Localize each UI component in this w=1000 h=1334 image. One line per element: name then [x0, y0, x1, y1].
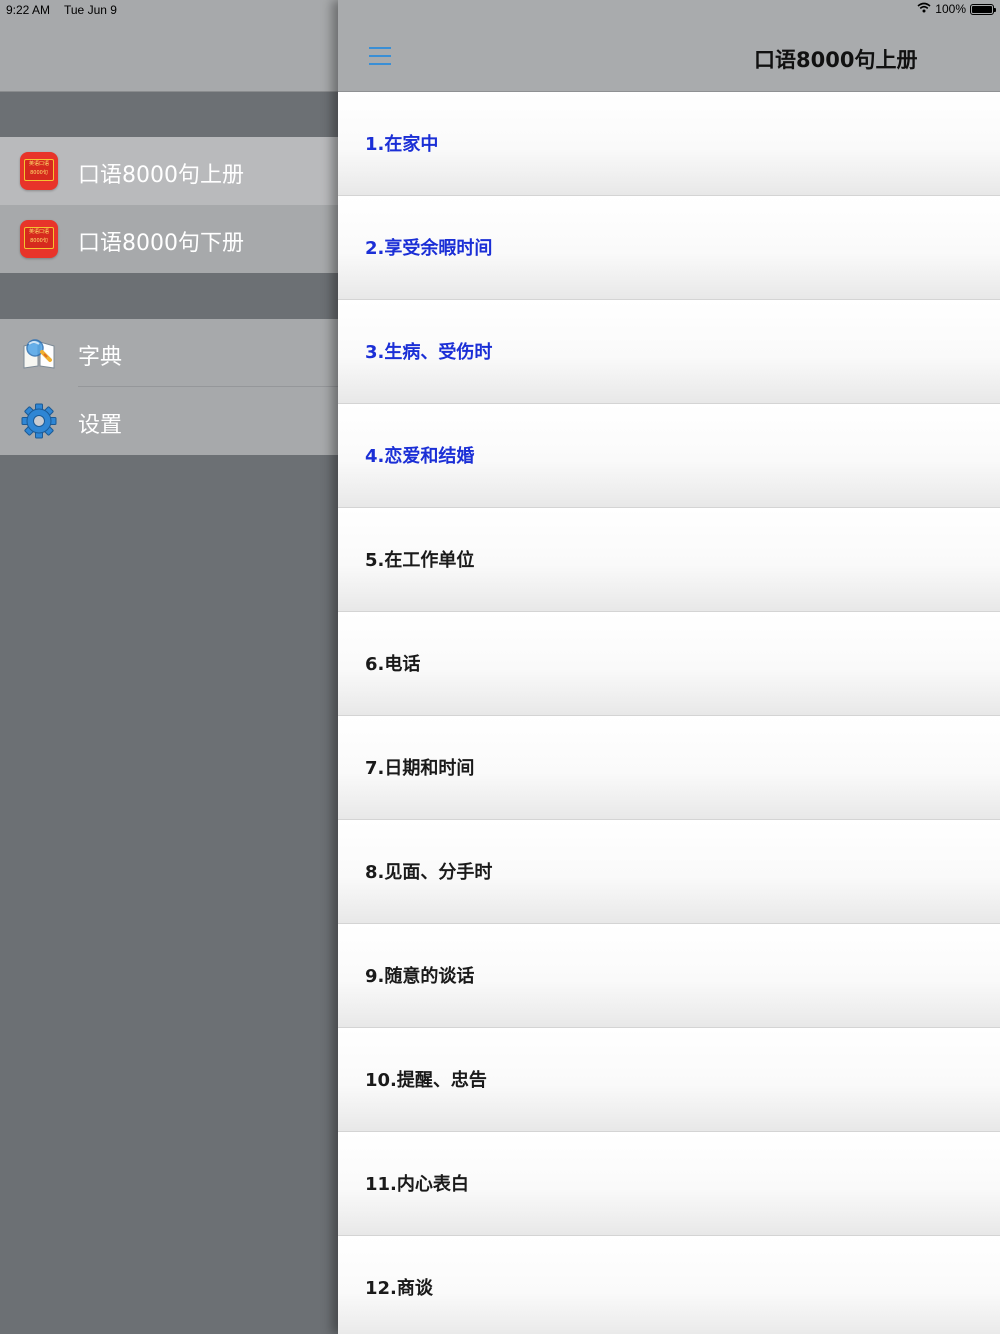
chapter-label: 5.在工作单位: [365, 550, 475, 571]
main-panel: 口语8000句上册 1.在家中 2.享受余暇时间 3.生病、受伤时 4.恋爱和结…: [338, 0, 1000, 1334]
chapter-label: 1.在家中: [365, 134, 439, 155]
tool-list: 字典 设置: [0, 319, 338, 455]
battery-icon: [970, 3, 996, 15]
chapter-label: 7.日期和时间: [365, 758, 475, 779]
wifi-icon: [917, 2, 931, 16]
list-item[interactable]: 9.随意的谈话: [338, 924, 1000, 1028]
gear-icon: [20, 402, 58, 440]
sidebar-item-label: 口语8000句下册: [78, 231, 244, 256]
list-item[interactable]: 12.商谈: [338, 1236, 1000, 1334]
list-item[interactable]: 2.享受余暇时间: [338, 196, 1000, 300]
status-bar: 9:22 AM Tue Jun 9 100%: [0, 0, 1000, 20]
list-item[interactable]: 6.电话: [338, 612, 1000, 716]
sidebar: 英语口语 8000句 口语8000句上册 英语口语 8000句 口语8000句下…: [0, 0, 338, 1334]
hamburger-menu-icon[interactable]: [369, 47, 391, 65]
chapter-label: 11.内心表白: [365, 1174, 469, 1195]
list-item[interactable]: 1.在家中: [338, 92, 1000, 196]
chapter-label: 6.电话: [365, 654, 421, 675]
dictionary-icon: [20, 334, 58, 372]
list-item[interactable]: 3.生病、受伤时: [338, 300, 1000, 404]
sidebar-item-label: 口语8000句上册: [78, 163, 244, 188]
chapter-label: 9.随意的谈话: [365, 966, 475, 987]
list-item[interactable]: 11.内心表白: [338, 1132, 1000, 1236]
chapter-label: 10.提醒、忠告: [365, 1070, 487, 1091]
list-item[interactable]: 4.恋爱和结婚: [338, 404, 1000, 508]
list-item[interactable]: 10.提醒、忠告: [338, 1028, 1000, 1132]
list-item[interactable]: 5.在工作单位: [338, 508, 1000, 612]
app-icon: 英语口语 8000句: [20, 152, 58, 190]
book-list: 英语口语 8000句 口语8000句上册 英语口语 8000句 口语8000句下…: [0, 137, 338, 273]
battery-percent: 100%: [935, 2, 966, 16]
sidebar-item-dictionary[interactable]: 字典: [0, 319, 338, 387]
status-indicators: 100%: [917, 2, 996, 16]
sidebar-item-book-2[interactable]: 英语口语 8000句 口语8000句下册: [0, 205, 338, 273]
chapter-label: 3.生病、受伤时: [365, 342, 493, 363]
chapter-label: 8.见面、分手时: [365, 862, 493, 883]
list-item[interactable]: 8.见面、分手时: [338, 820, 1000, 924]
status-date: Tue Jun 9: [64, 3, 117, 17]
status-time: 9:22 AM: [6, 3, 51, 17]
chapter-label: 4.恋爱和结婚: [365, 446, 475, 467]
chapter-label: 2.享受余暇时间: [365, 238, 493, 259]
page-title: 口语8000句上册: [754, 48, 918, 72]
sidebar-item-label: 设置: [78, 413, 123, 438]
list-item[interactable]: 7.日期和时间: [338, 716, 1000, 820]
sidebar-item-label: 字典: [78, 345, 123, 370]
chapter-label: 12.商谈: [365, 1278, 433, 1299]
app-icon: 英语口语 8000句: [20, 220, 58, 258]
sidebar-item-settings[interactable]: 设置: [0, 387, 338, 455]
chapter-list: 1.在家中 2.享受余暇时间 3.生病、受伤时 4.恋爱和结婚 5.在工作单位 …: [338, 92, 1000, 1334]
sidebar-item-book-1[interactable]: 英语口语 8000句 口语8000句上册: [0, 137, 338, 205]
